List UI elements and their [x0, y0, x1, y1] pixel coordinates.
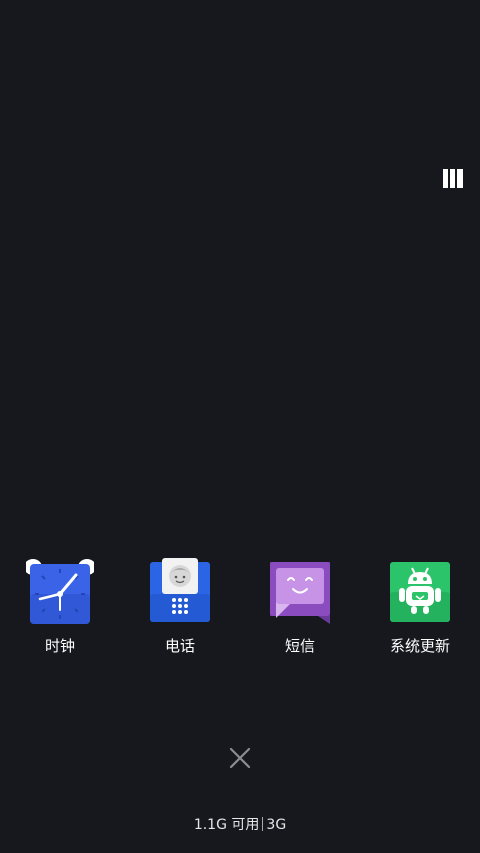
memory-separator [262, 817, 264, 831]
close-icon [229, 747, 251, 769]
app-messages[interactable]: 短信 [240, 558, 360, 656]
app-clock[interactable]: 时钟 [0, 558, 120, 656]
app-label: 时钟 [44, 637, 75, 655]
layout-toggle-button[interactable] [443, 169, 463, 188]
memory-total: 3G [266, 817, 287, 833]
close-all-button[interactable] [226, 744, 254, 772]
app-phone[interactable]: 电话 [120, 558, 240, 656]
app-system-update[interactable]: 系统更新 [360, 558, 480, 656]
system-update-icon [386, 558, 454, 626]
app-label: 短信 [284, 637, 315, 655]
memory-status: 1.1G 可用 3G [0, 814, 480, 836]
phone-icon [146, 558, 214, 626]
memory-available: 1.1G 可用 [193, 817, 260, 833]
clock-icon [24, 558, 96, 626]
message-icon [266, 558, 334, 626]
recent-apps-screen: 时钟 电话 短信 系统更新 1.1G 可用 3G [0, 0, 480, 853]
recent-apps-list: 时钟 电话 短信 系统更新 [0, 558, 480, 668]
app-label: 系统更新 [389, 637, 450, 655]
app-label: 电话 [164, 637, 195, 655]
layout-grid-icon [443, 169, 463, 188]
